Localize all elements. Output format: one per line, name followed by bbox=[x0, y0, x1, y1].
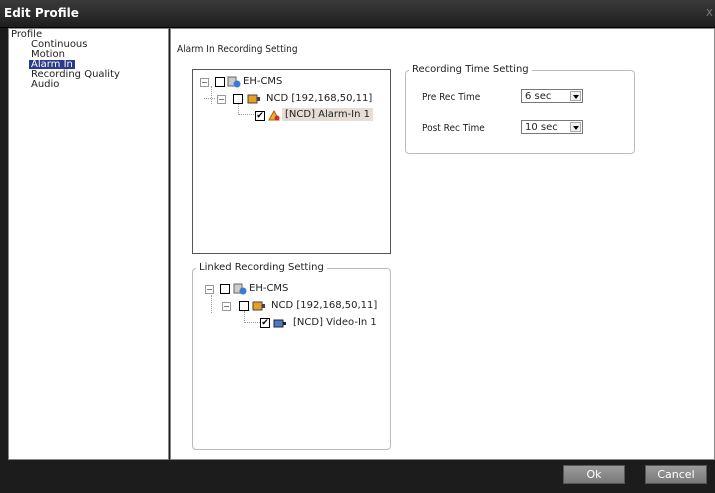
tree-device-label[interactable]: NCD [192,168,50,11] bbox=[266, 93, 372, 104]
sidebar-item-alarm-in[interactable]: Alarm In bbox=[29, 60, 75, 70]
chevron-down-icon[interactable] bbox=[570, 122, 581, 132]
post-rec-value: 10 sec bbox=[525, 122, 558, 133]
linked-section-heading: Linked Recording Setting bbox=[196, 262, 327, 273]
tree-root-label[interactable]: EH-CMS bbox=[249, 283, 288, 294]
window-title: Edit Profile bbox=[4, 6, 79, 20]
alarm-icon bbox=[268, 110, 280, 121]
cancel-button[interactable]: Cancel bbox=[645, 465, 707, 484]
tree-connector bbox=[238, 104, 254, 115]
server-icon bbox=[227, 76, 241, 88]
title-bar: Edit Profile x bbox=[0, 0, 715, 28]
root-checkbox[interactable] bbox=[215, 77, 225, 87]
pre-rec-select[interactable]: 6 sec bbox=[521, 89, 583, 103]
edit-profile-window: Edit Profile x Profile Continuous Motion… bbox=[0, 0, 715, 493]
dialog-footer: Ok Cancel bbox=[0, 460, 715, 493]
camera-icon bbox=[273, 319, 286, 328]
profile-sidebar: Profile Continuous Motion Alarm In Recor… bbox=[8, 28, 169, 460]
recording-time-heading: Recording Time Setting bbox=[409, 64, 532, 75]
sidebar-item-continuous[interactable]: Continuous bbox=[31, 40, 87, 50]
alarm-channel-checkbox[interactable]: ✔ bbox=[255, 111, 265, 121]
tree-connector bbox=[211, 295, 212, 313]
tree-channel-label[interactable]: [NCD] Alarm-In 1 bbox=[282, 108, 374, 121]
sidebar-item-recording-quality[interactable]: Recording Quality bbox=[31, 70, 120, 80]
sidebar-root-profile[interactable]: Profile bbox=[11, 30, 42, 40]
ok-button[interactable]: Ok bbox=[563, 465, 625, 484]
tree-connector bbox=[204, 86, 215, 99]
tree-root-label[interactable]: EH-CMS bbox=[243, 76, 282, 87]
settings-panel: Alarm In Recording Setting − EH-CMS − NC… bbox=[170, 28, 715, 460]
linked-recording-group: Linked Recording Setting − EH-CMS − NCD … bbox=[192, 262, 391, 450]
tree-channel-label[interactable]: [NCD] Video-In 1 bbox=[293, 317, 377, 328]
post-rec-label: Post Rec Time bbox=[422, 123, 485, 134]
collapse-toggle[interactable]: − bbox=[222, 302, 231, 311]
close-icon[interactable]: x bbox=[706, 5, 713, 19]
sidebar-item-motion[interactable]: Motion bbox=[31, 50, 65, 60]
alarm-tree: − EH-CMS − NCD [192,168,50,11] ✔ [NCD] A… bbox=[192, 69, 391, 254]
tree-device-label[interactable]: NCD [192,168,50,11] bbox=[271, 300, 377, 311]
tree-connector bbox=[244, 311, 260, 323]
collapse-toggle[interactable]: − bbox=[205, 285, 214, 294]
recording-time-group: Recording Time Setting Pre Rec Time 6 se… bbox=[405, 64, 635, 154]
pre-rec-label: Pre Rec Time bbox=[422, 92, 481, 103]
sidebar-item-audio[interactable]: Audio bbox=[31, 80, 59, 90]
collapse-toggle[interactable]: − bbox=[217, 95, 226, 104]
chevron-down-icon[interactable] bbox=[570, 91, 581, 101]
post-rec-select[interactable]: 10 sec bbox=[521, 120, 583, 134]
video-channel-checkbox[interactable]: ✔ bbox=[260, 318, 270, 328]
alarm-section-heading: Alarm In Recording Setting bbox=[177, 44, 298, 55]
root-checkbox[interactable] bbox=[220, 284, 230, 294]
device-checkbox[interactable] bbox=[239, 301, 249, 311]
server-icon bbox=[233, 283, 247, 295]
device-checkbox[interactable] bbox=[233, 94, 243, 104]
pre-rec-value: 6 sec bbox=[525, 91, 552, 102]
